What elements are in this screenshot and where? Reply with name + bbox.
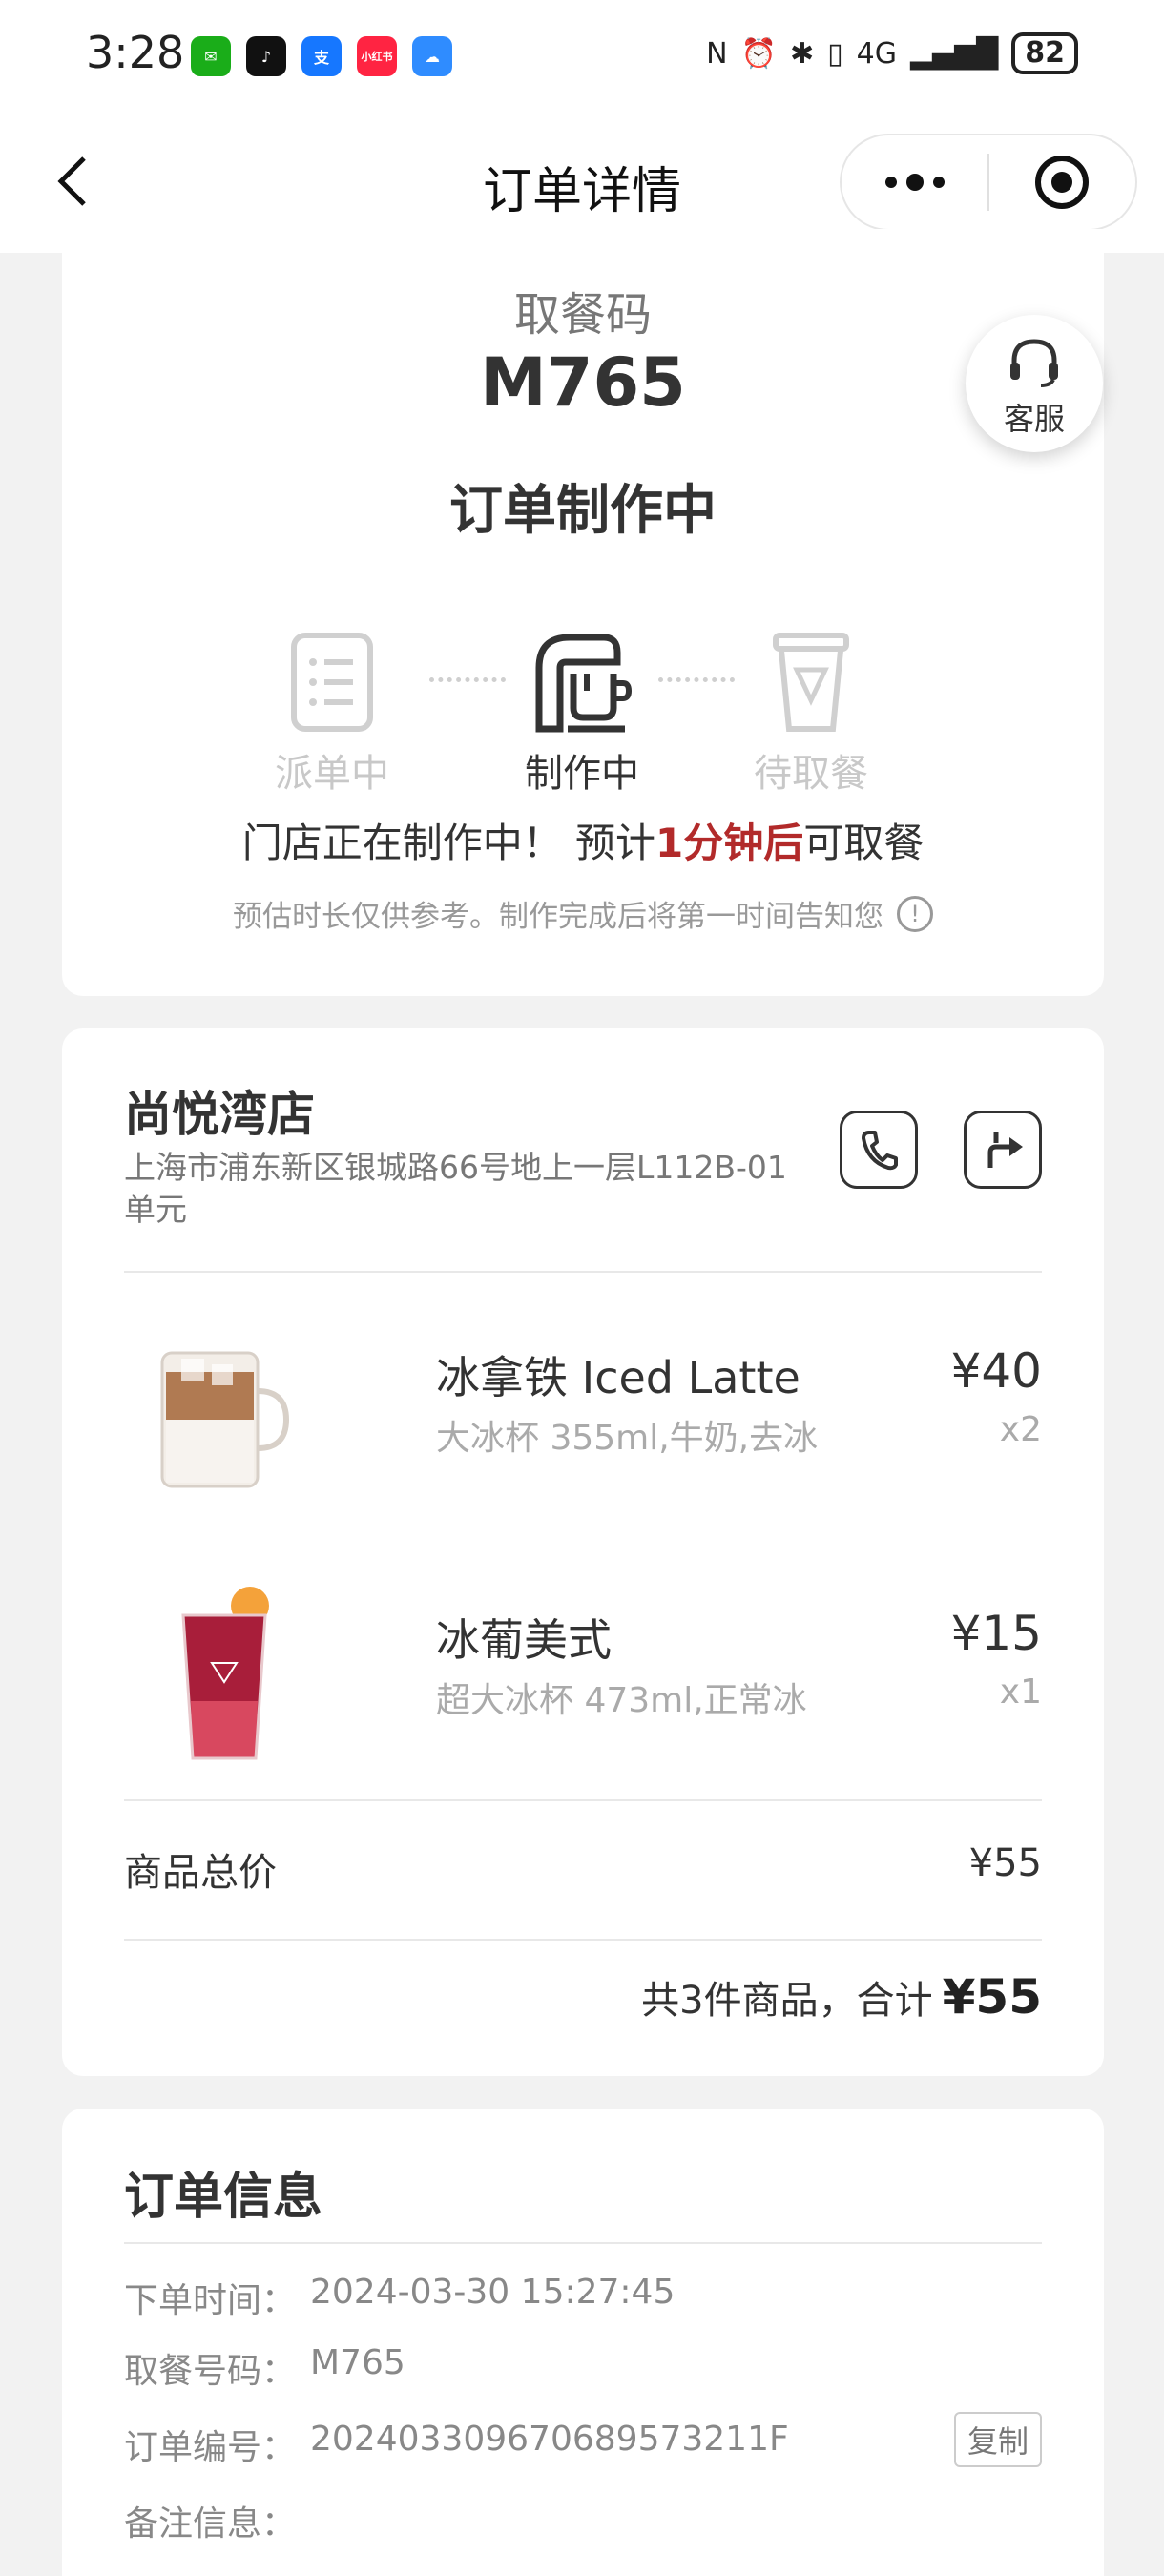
battery-icon: 82 bbox=[1011, 32, 1078, 74]
notice-text-end: 可取餐 bbox=[803, 820, 925, 866]
douyin-icon: ♪ bbox=[246, 36, 286, 76]
status-indicators: N ⏰ ✱ ▯ 4G ▂▄▆█ 82 bbox=[706, 32, 1078, 74]
alarm-icon: ⏰ bbox=[740, 36, 777, 71]
step-making: 制作中 bbox=[487, 630, 677, 798]
copy-order-number-button[interactable]: 复制 bbox=[953, 2412, 1042, 2467]
xiaohongshu-icon: 小红书 bbox=[357, 36, 397, 76]
info-icon[interactable]: ! bbox=[897, 895, 933, 932]
customer-service-button[interactable]: 客服 bbox=[966, 315, 1103, 452]
order-list-icon bbox=[291, 633, 373, 732]
order-total: 共3件商品，合计 ¥55 bbox=[641, 1969, 1042, 2025]
pickup-code-label: 取餐码 bbox=[513, 288, 652, 342]
status-app-icons: ✉ ♪ 支 小红书 ☁ bbox=[191, 36, 452, 76]
pickup-estimate-notice: 门店正在制作中！ 预计1分钟后可取餐 bbox=[62, 811, 1104, 869]
item-quantity: x2 bbox=[999, 1410, 1042, 1449]
step-label: 派单中 bbox=[275, 752, 389, 796]
item-price: ¥40 bbox=[950, 1343, 1042, 1399]
alipay-icon: 支 bbox=[301, 36, 342, 76]
call-store-button[interactable] bbox=[840, 1111, 918, 1189]
info-value: M765 bbox=[310, 2343, 405, 2382]
item-quantity: x1 bbox=[999, 1672, 1042, 1712]
wechat-icon: ✉ bbox=[191, 36, 231, 76]
bluetooth-icon: ✱ bbox=[789, 36, 815, 71]
order-status-title: 订单制作中 bbox=[449, 480, 717, 542]
headset-icon bbox=[1010, 339, 1058, 387]
remarks-row: 备注信息： bbox=[124, 2496, 1042, 2544]
signal-4g-icon: 4G bbox=[856, 36, 897, 71]
nfc-icon: N bbox=[706, 36, 728, 71]
info-key: 取餐号码： bbox=[124, 2352, 297, 2391]
divider bbox=[124, 1271, 1042, 1273]
info-value: 20240330967068957321​1F bbox=[310, 2420, 789, 2459]
close-mini-program-button[interactable] bbox=[989, 135, 1135, 229]
order-info-title: 订单信息 bbox=[124, 2169, 323, 2226]
customer-service-label: 客服 bbox=[1003, 401, 1065, 437]
more-dots-icon bbox=[884, 177, 897, 188]
divider bbox=[124, 1799, 1042, 1801]
step-awaiting-pickup: 待取餐 bbox=[716, 630, 906, 798]
store-address: 上海市浦东新区银城路66号地上一层L112B-01单元 bbox=[124, 1149, 787, 1228]
item-spec: 大冰杯 355ml,牛奶,去冰 bbox=[436, 1419, 819, 1458]
order-info-card: 订单信息 下单时间： 2024-03-30 15:27:45 取餐号码： M76… bbox=[62, 2109, 1104, 2576]
iced-latte-image bbox=[160, 1351, 290, 1488]
order-progress-steps: 派单中 制作中 待取餐 bbox=[62, 630, 1104, 796]
order-number-row: 订单编号： 20240330967068957321​1F 复制 bbox=[124, 2412, 1042, 2467]
order-time-row: 下单时间： 2024-03-30 15:27:45 bbox=[124, 2273, 1042, 2320]
pickup-code: M765 bbox=[480, 343, 686, 422]
status-time: 3:28 bbox=[86, 27, 185, 78]
pickup-number-row: 取餐号码： M765 bbox=[124, 2343, 1042, 2391]
info-value: 2024-03-30 15:27:45 bbox=[310, 2273, 676, 2312]
notice-highlight-time: 1分钟后 bbox=[655, 820, 804, 866]
order-item: 冰葡美式 超大冰杯 473ml,正常冰 ¥15 x1 bbox=[124, 1577, 1042, 1797]
subtotal-value: ¥55 bbox=[968, 1841, 1042, 1885]
disclaimer-text: 预估时长仅供参考。制作完成后将第一时间告知您 bbox=[233, 900, 883, 934]
subtotal-label: 商品总价 bbox=[124, 1851, 277, 1895]
info-key: 订单编号： bbox=[124, 2428, 297, 2467]
item-price: ¥15 bbox=[950, 1606, 1042, 1661]
order-status-card: 取餐码 M765 订单制作中 派单中 制作中 待取餐 门店正在制作中！ 预计1分… bbox=[62, 229, 1104, 996]
step-label: 制作中 bbox=[525, 752, 639, 796]
item-spec: 超大冰杯 473ml,正常冰 bbox=[436, 1681, 807, 1720]
info-key: 备注信息： bbox=[124, 2504, 297, 2544]
info-key: 下单时间： bbox=[124, 2281, 297, 2320]
step-label: 待取餐 bbox=[754, 752, 868, 796]
item-name: 冰葡美式 bbox=[436, 1614, 612, 1666]
total-prefix: 共3件商品，合计 bbox=[641, 1979, 933, 2023]
total-amount: ¥55 bbox=[942, 1969, 1042, 2025]
notice-text: 门店正在制作中！ 预计 bbox=[241, 820, 656, 866]
directions-icon bbox=[987, 1132, 1023, 1168]
divider bbox=[124, 1939, 1042, 1941]
estimate-disclaimer: 预估时长仅供参考。制作完成后将第一时间告知您 ! bbox=[62, 892, 1104, 935]
item-name: 冰拿铁 Iced Latte bbox=[436, 1352, 800, 1403]
store-name: 尚悦湾店 bbox=[124, 1087, 315, 1142]
divider bbox=[124, 2242, 1042, 2244]
store-order-card: 尚悦湾店 上海市浦东新区银城路66号地上一层L112B-01单元 冰拿铁 Ice… bbox=[62, 1028, 1104, 2076]
step-dispatching: 派单中 bbox=[237, 630, 427, 798]
weather-icon: ☁ bbox=[412, 36, 452, 76]
cup-icon bbox=[773, 633, 849, 732]
iced-grapefruit-americano-image bbox=[181, 1587, 269, 1760]
target-close-icon bbox=[1035, 156, 1090, 209]
navigate-to-store-button[interactable] bbox=[964, 1111, 1042, 1189]
vibrate-icon: ▯ bbox=[827, 36, 843, 71]
status-bar: 3:28 ✉ ♪ 支 小红书 ☁ N ⏰ ✱ ▯ 4G ▂▄▆█ 82 bbox=[0, 0, 1164, 114]
signal-bars-icon: ▂▄▆█ bbox=[909, 36, 999, 71]
phone-icon bbox=[862, 1131, 898, 1171]
more-button[interactable] bbox=[842, 135, 987, 229]
coffee-machine-icon bbox=[535, 634, 633, 733]
order-item: 冰拿铁 Iced Latte 大冰杯 355ml,牛奶,去冰 ¥40 x2 bbox=[124, 1315, 1042, 1534]
mini-program-capsule bbox=[840, 134, 1137, 231]
